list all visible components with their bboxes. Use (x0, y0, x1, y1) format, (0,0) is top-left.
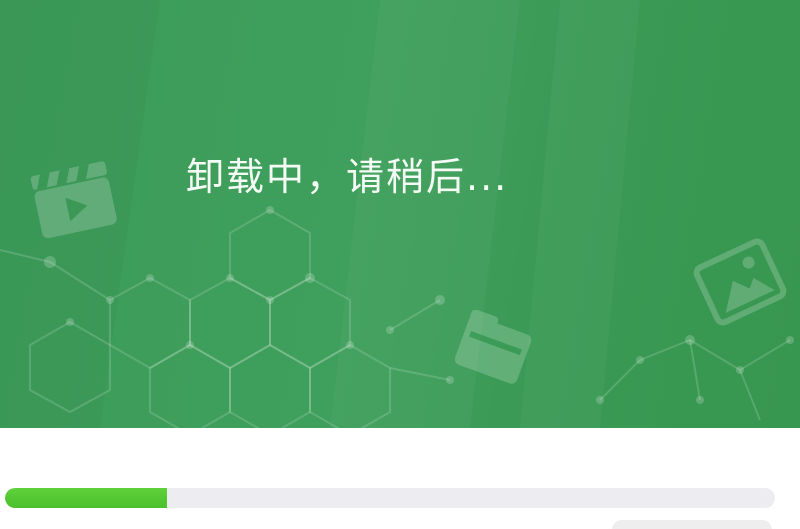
progress-area (0, 428, 800, 529)
progress-bar (5, 488, 775, 508)
bottom-action-button[interactable] (612, 520, 772, 529)
uninstaller-window: 卸载中，请稍后... (0, 0, 800, 529)
header-banner: 卸载中，请稍后... (0, 0, 800, 428)
uninstall-status-text: 卸载中，请稍后... (186, 155, 509, 199)
image-icon (693, 238, 787, 326)
progress-bar-fill (5, 488, 167, 508)
folder-icon (454, 310, 532, 384)
video-clapper-icon (30, 161, 117, 239)
